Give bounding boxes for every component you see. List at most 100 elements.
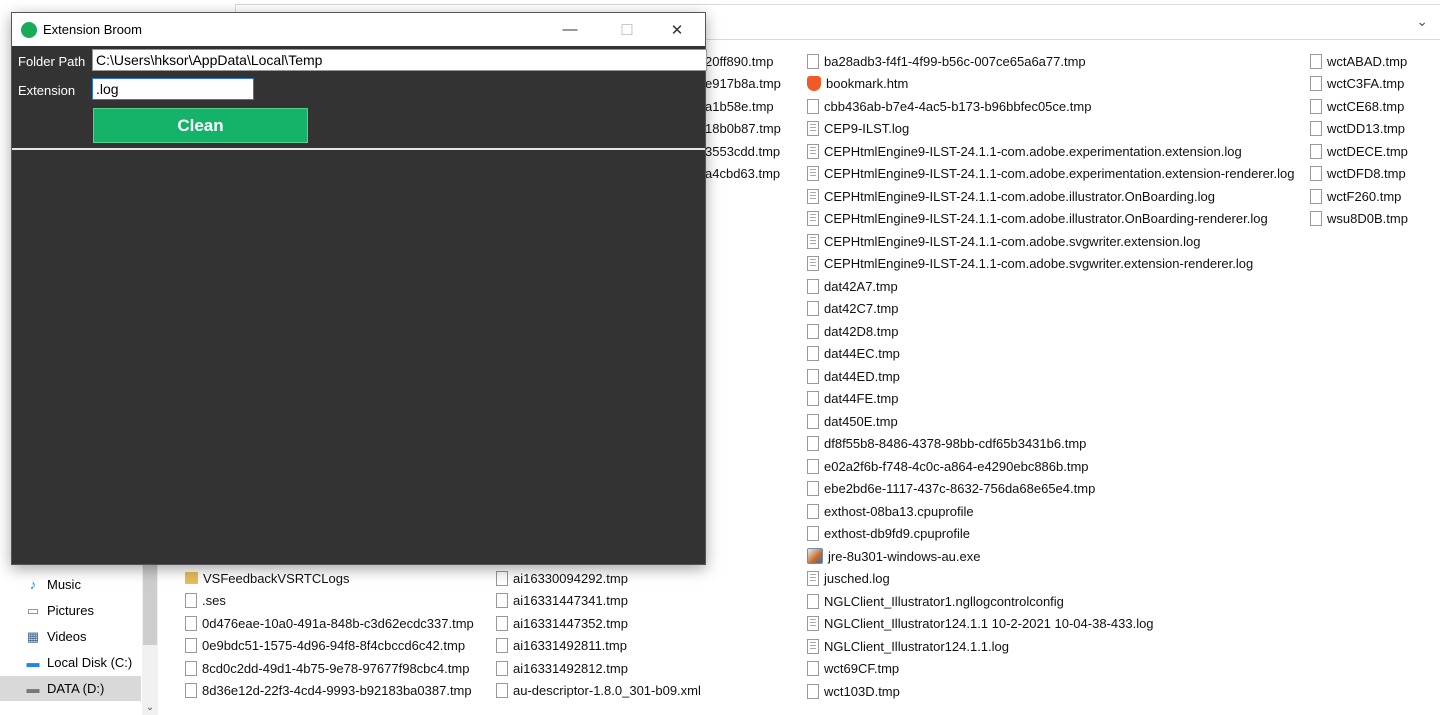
file-item[interactable]: wctC3FA.tmp xyxy=(1310,73,1404,95)
file-item[interactable]: wctCE68.tmp xyxy=(1310,95,1404,117)
address-history-chevron-icon[interactable]: ⌄ xyxy=(1416,13,1428,30)
brave-browser-icon xyxy=(807,76,821,91)
file-item[interactable]: dat42C7.tmp xyxy=(807,298,898,320)
file-item[interactable]: dat44ED.tmp xyxy=(807,365,900,387)
file-item[interactable]: CEPHtmlEngine9-ILST-24.1.1-com.adobe.svg… xyxy=(807,230,1200,252)
file-item[interactable]: dat42D8.tmp xyxy=(807,320,898,342)
videos-icon: ▦ xyxy=(26,628,40,644)
file-item[interactable]: wsu8D0B.tmp xyxy=(1310,208,1408,230)
file-item-partial[interactable]: 3553cdd.tmp xyxy=(705,140,780,162)
file-item[interactable]: bookmark.htm xyxy=(807,73,908,95)
file-item[interactable]: au-descriptor-1.8.0_301-b09.xml xyxy=(496,680,701,702)
file-name: ai16331447352.tmp xyxy=(513,615,628,631)
text-file-icon xyxy=(807,143,819,159)
file-icon xyxy=(185,615,197,631)
file-item[interactable]: ai16331492811.tmp xyxy=(496,635,627,657)
file-item[interactable]: 8cd0c2dd-49d1-4b75-9e78-97677f98cbc4.tmp xyxy=(185,657,469,679)
file-item[interactable]: ai16331492812.tmp xyxy=(496,657,628,679)
file-item[interactable]: jusched.log xyxy=(807,568,890,590)
file-item[interactable]: exthost-08ba13.cpuprofile xyxy=(807,500,974,522)
extension-broom-window: Extension Broom — ☐ ✕ Folder Path C:\Use… xyxy=(11,12,707,565)
file-item[interactable]: 8d36e12d-22f3-4cd4-9993-b92183ba0387.tmp xyxy=(185,680,472,702)
file-item[interactable]: dat44EC.tmp xyxy=(807,343,900,365)
file-item[interactable]: CEPHtmlEngine9-ILST-24.1.1-com.adobe.ill… xyxy=(807,208,1268,230)
close-button[interactable]: ✕ xyxy=(654,13,700,46)
file-item-partial[interactable]: 18b0b87.tmp xyxy=(705,118,781,140)
file-item[interactable]: wctDD13.tmp xyxy=(1310,118,1405,140)
file-item-partial[interactable]: a1b58e.tmp xyxy=(705,95,774,117)
file-name: dat42C7.tmp xyxy=(824,301,899,316)
file-name: wctCE68.tmp xyxy=(1327,98,1405,114)
file-item-partial[interactable]: 20ff890.tmp xyxy=(705,50,773,72)
extension-input[interactable]: .log xyxy=(92,78,254,100)
file-item[interactable]: ai16331447341.tmp xyxy=(496,590,628,612)
file-item[interactable]: NGLClient_Illustrator124.1.1.log xyxy=(807,635,1009,657)
nav-item[interactable]: ♪ Music xyxy=(0,572,141,597)
file-icon xyxy=(807,661,819,676)
file-item[interactable]: dat42A7.tmp xyxy=(807,275,898,297)
maximize-button[interactable]: ☐ xyxy=(604,13,650,46)
file-item[interactable]: cbb436ab-b7e4-4ac5-b173-b96bbfec05ce.tmp xyxy=(807,95,1091,117)
navigation-scrollbar[interactable]: ⌄ xyxy=(142,564,158,715)
file-name: NGLClient_Illustrator124.1.1 10-2-2021 1… xyxy=(824,616,1154,631)
file-item[interactable]: wctF260.tmp xyxy=(1310,185,1401,207)
file-icon xyxy=(1310,76,1322,91)
file-item-partial[interactable]: a4cbd63.tmp xyxy=(705,163,780,185)
file-item[interactable]: ai16331447352.tmp xyxy=(496,612,628,634)
file-item[interactable]: df8f55b8-8486-4378-98bb-cdf65b3431b6.tmp xyxy=(807,433,1086,455)
scroll-down-icon[interactable]: ⌄ xyxy=(142,702,158,713)
nav-item[interactable]: ▬ Local Disk (C:) xyxy=(0,650,141,675)
file-item[interactable]: CEPHtmlEngine9-ILST-24.1.1-com.adobe.exp… xyxy=(807,140,1242,162)
nav-item[interactable]: ▬ DATA (D:) xyxy=(0,676,141,701)
file-name: 0e9bdc51-1575-4d96-94f8-8f4cbccd6c42.tmp xyxy=(202,638,466,653)
file-item[interactable]: wctDFD8.tmp xyxy=(1310,163,1406,185)
file-item[interactable]: exthost-db9fd9.cpuprofile xyxy=(807,523,970,545)
file-item[interactable]: wct69CF.tmp xyxy=(807,658,899,680)
file-icon xyxy=(807,683,819,699)
file-icon xyxy=(496,660,508,676)
minimize-button[interactable]: — xyxy=(547,13,593,46)
file-item[interactable]: jre-8u301-windows-au.exe xyxy=(807,545,980,567)
file-name: CEPHtmlEngine9-ILST-24.1.1-com.adobe.ill… xyxy=(824,211,1268,226)
file-item[interactable]: NGLClient_Illustrator1.ngllogcontrolconf… xyxy=(807,590,1064,612)
file-item[interactable]: wct103D.tmp xyxy=(807,680,900,702)
file-item[interactable]: wctABAD.tmp xyxy=(1310,50,1407,72)
folder-path-input[interactable]: C:\Users\hksor\AppData\Local\Temp xyxy=(92,49,707,71)
local-disk-icon: ▬ xyxy=(26,655,40,670)
nav-item[interactable]: ▦ Videos xyxy=(0,624,141,649)
nav-item[interactable]: ▭ Pictures xyxy=(0,598,141,623)
file-item-partial[interactable]: e917b8a.tmp xyxy=(705,73,781,95)
file-name: .ses xyxy=(202,593,226,608)
file-item[interactable]: dat44FE.tmp xyxy=(807,388,898,410)
file-icon xyxy=(807,323,819,339)
file-item[interactable]: dat450E.tmp xyxy=(807,410,898,432)
file-item[interactable]: e02a2f6b-f748-4c0c-a864-e4290ebc886b.tmp xyxy=(807,455,1089,477)
file-name: dat44ED.tmp xyxy=(824,368,900,384)
file-icon xyxy=(1310,98,1322,114)
navigation-pane: ♪ Music ▭ Pictures ▦ Videos ▬ Local Disk (C:) ▬ D… xyxy=(0,564,142,715)
file-name: jre-8u301-windows-au.exe xyxy=(828,548,981,564)
file-item[interactable]: CEPHtmlEngine9-ILST-24.1.1-com.adobe.exp… xyxy=(807,163,1294,185)
file-item[interactable]: wctDECE.tmp xyxy=(1310,140,1408,162)
file-item[interactable]: 0e9bdc51-1575-4d96-94f8-8f4cbccd6c42.tmp xyxy=(185,635,465,657)
file-item[interactable]: NGLClient_Illustrator124.1.1 10-2-2021 1… xyxy=(807,613,1154,635)
file-item[interactable]: .ses xyxy=(185,590,226,612)
scrollbar-thumb[interactable] xyxy=(143,564,157,645)
file-item[interactable]: CEP9-ILST.log xyxy=(807,118,909,140)
folder-path-label: Folder Path xyxy=(18,54,86,69)
file-item[interactable]: 0d476eae-10a0-491a-848b-c3d62ecdc337.tmp xyxy=(185,612,474,634)
clean-button[interactable]: Clean xyxy=(93,108,308,143)
file-item[interactable]: ba28adb3-f4f1-4f99-b56c-007ce65a6a77.tmp xyxy=(807,50,1086,72)
pictures-icon: ▭ xyxy=(26,602,40,618)
file-name: CEPHtmlEngine9-ILST-24.1.1-com.adobe.svg… xyxy=(824,233,1201,249)
file-item[interactable]: ebe2bd6e-1117-437c-8632-756da68e65e4.tmp xyxy=(807,478,1095,500)
file-icon xyxy=(807,503,819,519)
file-icon xyxy=(1310,143,1322,159)
file-item[interactable]: VSFeedbackVSRTCLogs xyxy=(185,567,349,589)
drive-icon: ▬ xyxy=(26,681,40,696)
file-item[interactable]: CEPHtmlEngine9-ILST-24.1.1-com.adobe.svg… xyxy=(807,253,1253,275)
file-name: wct103D.tmp xyxy=(824,683,900,699)
file-item[interactable]: ai16330094292.tmp xyxy=(496,567,628,589)
file-item[interactable]: CEPHtmlEngine9-ILST-24.1.1-com.adobe.ill… xyxy=(807,185,1215,207)
file-name: CEP9-ILST.log xyxy=(824,121,910,136)
